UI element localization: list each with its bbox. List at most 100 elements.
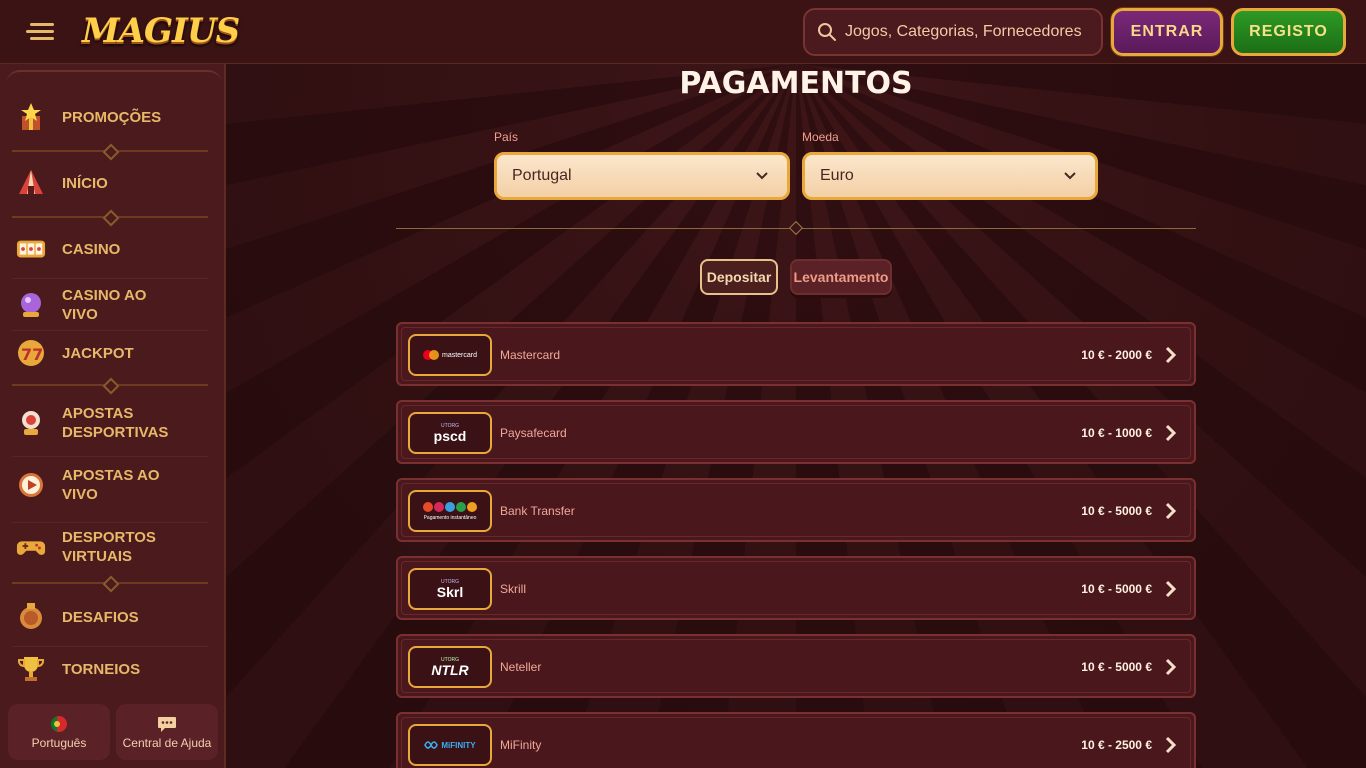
section-divider [396,228,1196,229]
svg-text:77: 77 [21,345,43,364]
currency-select[interactable]: Euro [802,152,1098,200]
circus-tent-icon [16,168,46,198]
skrill-logo-text: Skrl [436,584,464,600]
payment-range: 10 € - 1000 € [1081,426,1152,440]
sidebar-item-label: PROMOÇÕES [62,108,162,126]
payment-name: Bank Transfer [500,504,575,518]
sidebar-item-promocoes[interactable]: PROMOÇÕES [16,102,182,132]
live-play-icon [16,470,46,500]
bank-transfer-logo: Pagamento instantâneo [408,490,492,532]
sidebar-item-label: DESPORTOS VIRTUAIS [62,529,156,565]
payment-name: Paysafecard [500,426,567,440]
sidebar-item-apostas-ao-vivo[interactable]: APOSTAS AO VIVO [16,466,182,504]
chevron-right-icon [1165,658,1176,676]
mastercard-logo: mastercard [408,334,492,376]
payment-range: 10 € - 2000 € [1081,348,1152,362]
sidebar-item-label: CASINO [62,240,121,258]
chevron-right-icon [1165,502,1176,520]
payment-row-skrill[interactable]: UTORG Skrl Skrill 10 € - 5000 € [396,556,1196,620]
sidebar-item-torneios[interactable]: TORNEIOS [16,654,182,684]
paysafecard-logo: UTORG pscd [408,412,492,454]
sevens-icon: 77 [16,338,46,368]
chevron-right-icon [1165,736,1176,754]
sidebar-item-label: APOSTAS AO VIVO [62,467,160,503]
sidebar-item-apostas-desportivas[interactable]: APOSTAS DESPORTIVAS [16,404,182,442]
tab-levantamento[interactable]: Levantamento [790,259,892,295]
sidebar-separator [12,278,208,279]
payment-range: 10 € - 2500 € [1081,738,1152,752]
sidebar-item-desportos-virtuais[interactable]: DESPORTOS VIRTUAIS [16,528,182,566]
mifinity-logo: MiFINITY [408,724,492,766]
paysafecard-logo-text: pscd [433,428,467,444]
sports-globe-icon [16,408,46,438]
sidebar-item-label: DESAFIOS [62,608,139,626]
sidebar-divider [12,582,208,584]
sidebar-item-label: JACKPOT [62,344,134,362]
hamburger-menu-icon[interactable] [26,20,58,44]
payment-name: Skrill [500,582,526,596]
bank-logos-icon [423,502,477,512]
payment-name: MiFinity [500,738,542,752]
help-center-button[interactable]: Central de Ajuda [116,704,218,760]
tab-depositar[interactable]: Depositar [700,259,778,295]
page-title: PAGAMENTOS [679,66,913,101]
payment-range: 10 € - 5000 € [1081,582,1152,596]
payment-range: 10 € - 5000 € [1081,504,1152,518]
bank-transfer-logo-text: Pagamento instantâneo [423,515,477,521]
sidebar-item-casino-ao-vivo[interactable]: CASINO AO VIVO [16,286,182,324]
magius-logo[interactable]: MAGIUS [82,8,240,54]
sidebar-divider [12,216,208,218]
sidebar-divider [12,150,208,152]
mastercard-circles-icon [422,350,439,360]
sidebar-separator [12,646,208,647]
gamepad-icon [16,532,46,562]
trophy-icon [16,654,46,684]
main-content: PAGAMENTOS País Portugal Moeda Euro Depo… [226,64,1366,768]
chevron-down-icon [1064,172,1076,180]
chat-bubble-icon [158,716,176,732]
payment-row-mastercard[interactable]: mastercard Mastercard 10 € - 2000 € [396,322,1196,386]
payment-row-neteller[interactable]: UTORG NTLR Neteller 10 € - 5000 € [396,634,1196,698]
mifinity-logo-text: MiFINITY [441,740,476,750]
crystal-ball-icon [16,290,46,320]
mastercard-logo-text: mastercard [441,351,477,359]
sidebar-separator [12,522,208,523]
payment-name: Neteller [500,660,542,674]
country-label: País [494,130,519,144]
sidebar-item-label: APOSTAS DESPORTIVAS [62,405,169,441]
language-label: Português [31,735,87,750]
payment-row-mifinity[interactable]: MiFINITY MiFinity 10 € - 2500 € [396,712,1196,768]
payment-range: 10 € - 5000 € [1081,660,1152,674]
payment-row-bank-transfer[interactable]: Pagamento instantâneo Bank Transfer 10 €… [396,478,1196,542]
sidebar-item-inicio[interactable]: INÍCIO [16,168,182,198]
sidebar-item-casino[interactable]: CASINO [16,234,182,264]
currency-value: Euro [820,167,854,184]
currency-label: Moeda [802,130,839,144]
top-header: MAGIUS ENTRAR REGISTO [0,0,1366,64]
sidebar-item-label: CASINO AO VIVO [62,287,147,323]
language-selector[interactable]: Português [8,704,110,760]
medal-icon [16,602,46,632]
country-select[interactable]: Portugal [494,152,790,200]
star-gift-icon [16,102,46,132]
chevron-right-icon [1165,346,1176,364]
search-icon [818,23,836,41]
register-button[interactable]: REGISTO [1231,8,1346,56]
neteller-logo: UTORG NTLR [408,646,492,688]
sidebar-item-desafios[interactable]: DESAFIOS [16,602,182,632]
portugal-flag-icon [51,715,67,732]
search-bar[interactable] [803,8,1103,56]
sidebar-divider [12,384,208,386]
login-button[interactable]: ENTRAR [1111,8,1223,56]
slot-reels-icon [16,234,46,264]
skrill-logo: UTORG Skrl [408,568,492,610]
payment-row-paysafecard[interactable]: UTORG pscd Paysafecard 10 € - 1000 € [396,400,1196,464]
sidebar: PROMOÇÕES INÍCIO CASINO CASINO AO VIVO 7… [0,64,226,768]
sidebar-separator [12,456,208,457]
payment-name: Mastercard [500,348,561,362]
sidebar-item-label: INÍCIO [62,174,108,192]
sidebar-separator [12,330,208,331]
chevron-down-icon [756,172,768,180]
sidebar-item-jackpot[interactable]: 77 JACKPOT [16,338,182,368]
search-input[interactable] [845,23,1085,41]
